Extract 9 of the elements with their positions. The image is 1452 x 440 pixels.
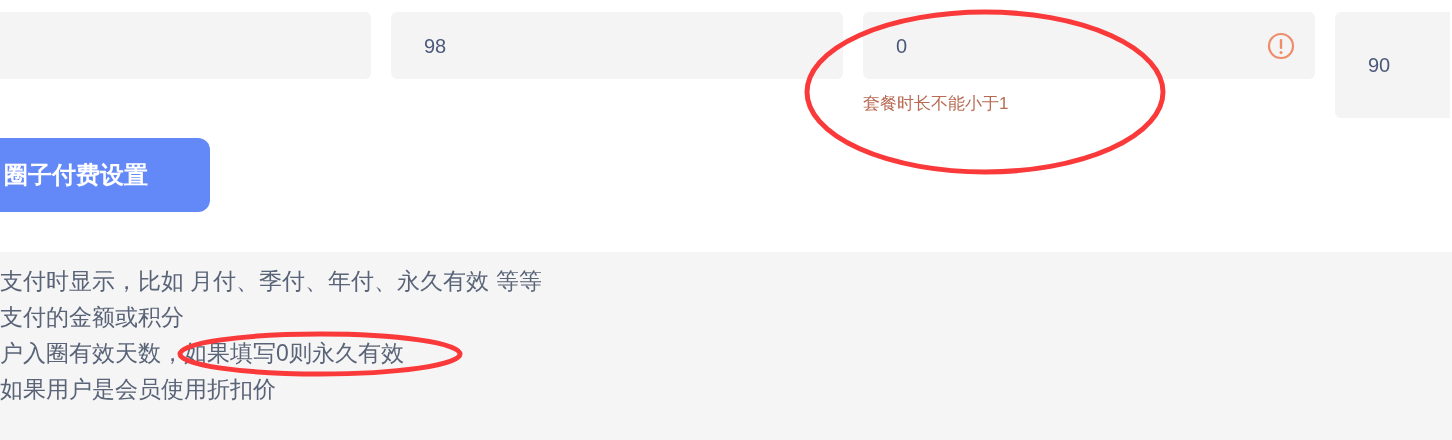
help-text: 如果用户是会员使用折扣价 xyxy=(0,375,276,404)
error-message: 套餐时长不能小于1 xyxy=(863,93,1009,115)
input-field[interactable]: 90 xyxy=(1335,12,1450,118)
input-field[interactable]: 98 xyxy=(391,12,843,79)
warning-icon xyxy=(1267,31,1295,60)
help-text: 支付的金额或积分 xyxy=(0,303,184,332)
help-text: 支付时显示，比如 月付、季付、年付、永久有效 等等 xyxy=(0,267,542,296)
input-field[interactable]: 0 xyxy=(863,12,1315,79)
add-button[interactable]: 圈子付费设置 xyxy=(0,138,210,212)
